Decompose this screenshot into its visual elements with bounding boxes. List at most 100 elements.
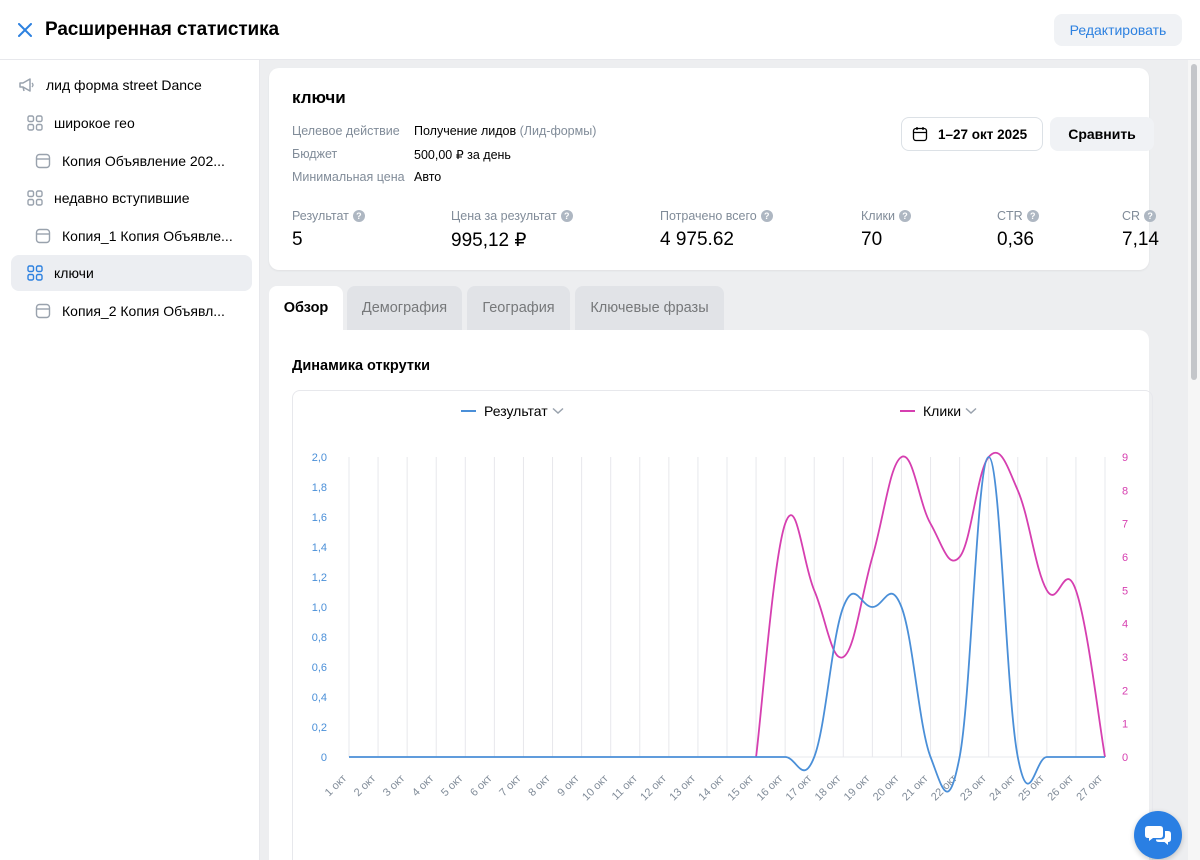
close-button[interactable]: [14, 19, 36, 41]
y-right-tick-label: 8: [1122, 485, 1128, 497]
stat-value: 5: [292, 229, 303, 250]
stat-cost-per-result: Цена за результат? 995,12 ₽: [451, 209, 573, 252]
sidebar-item-label: Копия_2 Копия Объявл...: [62, 303, 225, 319]
help-icon[interactable]: ?: [352, 210, 365, 222]
tab-geography[interactable]: География: [467, 286, 570, 330]
budget-value: 500,00 ₽ за день: [414, 148, 511, 162]
y-left-tick-label: 0,4: [312, 692, 327, 704]
scrollbar[interactable]: [1188, 60, 1200, 860]
stat-label: CR: [1122, 209, 1141, 223]
x-tick-label: 23 окт: [958, 773, 989, 804]
y-right-tick-label: 2: [1122, 685, 1128, 697]
stat-clicks: Клики? 70: [861, 209, 912, 251]
sidebar-item-keys[interactable]: ключи: [11, 255, 252, 291]
tab-keyphrases[interactable]: Ключевые фразы: [575, 286, 724, 330]
x-tick-label: 7 окт: [497, 773, 523, 799]
help-icon[interactable]: ?: [760, 210, 773, 222]
grid-icon: [26, 114, 44, 132]
tab-demography[interactable]: Демография: [347, 286, 462, 330]
x-tick-label: 17 окт: [784, 773, 815, 804]
sidebar-item-label: Копия_1 Копия Объявле...: [62, 228, 233, 244]
budget-label: Бюджет: [292, 147, 338, 161]
sidebar-item-label: лид форма street Dance: [46, 77, 202, 93]
x-tick-label: 5 окт: [439, 773, 465, 799]
sidebar: лид форма street Dance широкое гео Копия…: [0, 60, 260, 860]
stat-value: 0,36: [997, 229, 1034, 250]
y-left-tick-label: 0,6: [312, 662, 327, 674]
x-tick-label: 12 окт: [638, 773, 669, 804]
sidebar-item-campaign[interactable]: лид форма street Dance: [18, 67, 254, 103]
x-tick-label: 8 окт: [526, 773, 552, 799]
x-tick-label: 14 окт: [696, 773, 727, 804]
help-icon[interactable]: ?: [1026, 210, 1039, 222]
y-left-tick-label: 0: [321, 752, 327, 764]
y-left-tick-label: 1,6: [312, 512, 327, 524]
line-chart: 0 0,2 0,4 0,6 0,8 1,0 1,2 1,4 1,6 1,8 2,0 0 1 2 3 4 5 6 7 8…: [312, 451, 1128, 804]
edit-button[interactable]: Редактировать: [1054, 14, 1182, 46]
x-tick-label: 20 окт: [871, 773, 902, 804]
chat-button[interactable]: [1134, 811, 1182, 859]
main-area: ключи Целевое действие Получение лидов (…: [260, 60, 1188, 860]
sidebar-item-ad[interactable]: Копия_2 Копия Объявл...: [34, 293, 254, 329]
x-tick-label: 27 окт: [1074, 773, 1105, 804]
x-tick-label: 13 окт: [667, 773, 698, 804]
ad-card-icon: [34, 152, 52, 170]
help-icon[interactable]: ?: [560, 210, 573, 222]
stat-value: 70: [861, 229, 883, 250]
tab-overview[interactable]: Обзор: [269, 286, 343, 330]
chart-container: Результат Клики 0 0,2 0,4 0,6 0,8 1,0 1,2 1,4 1,…: [292, 390, 1153, 860]
calendar-icon: [912, 127, 928, 142]
compare-button[interactable]: Сравнить: [1050, 117, 1154, 151]
sidebar-item-label: недавно вступившие: [54, 190, 190, 206]
sidebar-item-ad[interactable]: Копия Объявление 202...: [34, 143, 254, 179]
x-tick-label: 15 окт: [726, 773, 757, 804]
stat-result: Результат? 5: [292, 209, 365, 251]
x-tick-label: 19 окт: [842, 773, 873, 804]
x-tick-label: 10 окт: [580, 773, 611, 804]
top-bar: Расширенная статистика Редактировать: [0, 0, 1200, 60]
min-price-label: Минимальная цена: [292, 170, 405, 184]
stat-value: 7,14: [1122, 229, 1159, 250]
x-tick-label: 24 окт: [987, 773, 1018, 804]
help-icon[interactable]: ?: [899, 210, 912, 222]
sidebar-item-group[interactable]: недавно вступившие: [26, 180, 254, 216]
ad-card-icon: [34, 302, 52, 320]
stat-label: Результат: [292, 209, 349, 223]
y-left-tick-label: 1,0: [312, 602, 327, 614]
y-left-tick-label: 1,4: [312, 542, 327, 554]
x-tick-label: 16 окт: [755, 773, 786, 804]
y-right-tick-label: 1: [1122, 719, 1128, 731]
y-right-tick-label: 9: [1122, 452, 1128, 464]
y-right-tick-label: 4: [1122, 619, 1128, 631]
target-note: (Лид-формы): [519, 124, 597, 138]
min-price-value: Авто: [414, 170, 442, 184]
y-left-tick-label: 2,0: [312, 452, 327, 464]
ad-card-icon: [34, 227, 52, 245]
chart-section-title: Динамика открутки: [292, 358, 431, 374]
date-range-button[interactable]: 1–27 окт 2025: [901, 117, 1043, 151]
stat-cr: CR? 7,14: [1122, 209, 1159, 251]
stat-value: 995,12 ₽: [451, 230, 527, 251]
overview-panel: Динамика открутки Результат Клики 0 0,2 0,…: [269, 330, 1153, 860]
y-right-tick-label: 0: [1122, 752, 1128, 764]
scrollbar-thumb[interactable]: [1191, 64, 1197, 380]
sidebar-item-group[interactable]: широкое гео: [26, 105, 254, 141]
stat-label: Потрачено всего: [660, 209, 757, 223]
chat-bubbles-icon: [1145, 826, 1171, 845]
stat-value: 4 975.62: [660, 229, 734, 250]
ad-group-title: ключи: [292, 88, 346, 107]
x-tick-label: 25 окт: [1016, 773, 1047, 804]
x-tick-label: 26 окт: [1045, 773, 1076, 804]
page-title: Расширенная статистика: [45, 19, 279, 40]
date-range-label: 1–27 окт 2025: [938, 126, 1028, 142]
help-icon[interactable]: ?: [1144, 210, 1157, 222]
y-right-tick-label: 7: [1122, 519, 1128, 531]
stat-label: Клики: [861, 209, 896, 223]
x-tick-label: 11 окт: [610, 773, 640, 803]
sidebar-item-ad[interactable]: Копия_1 Копия Объявле...: [34, 218, 254, 254]
target-value-text: Получение лидов: [414, 124, 517, 138]
x-tick-label: 6 окт: [468, 773, 494, 799]
sidebar-item-label: широкое гео: [54, 115, 135, 131]
y-left-tick-label: 1,8: [312, 482, 327, 494]
stat-label: Цена за результат: [451, 209, 557, 223]
